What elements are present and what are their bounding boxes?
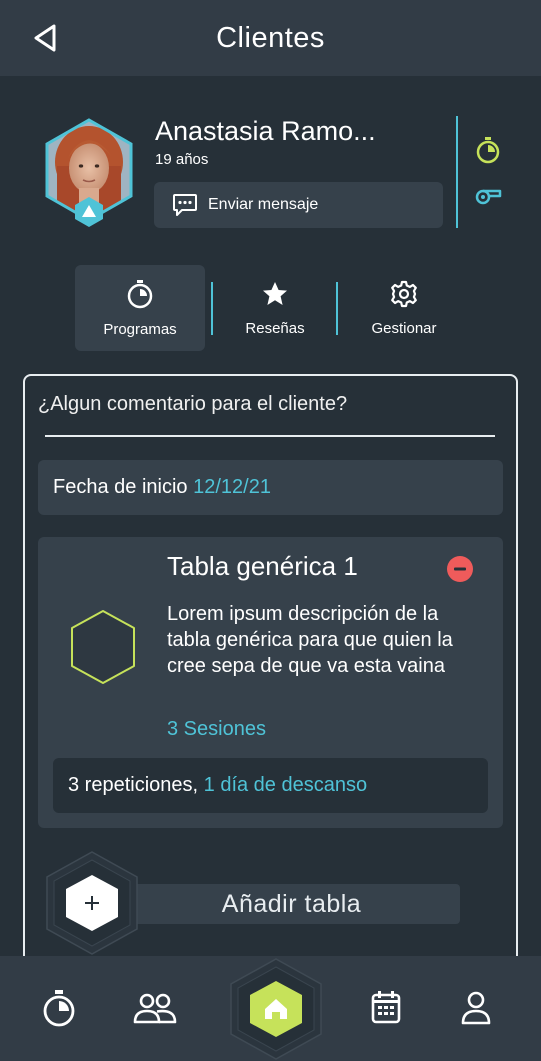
calendar-icon[interactable] bbox=[371, 990, 401, 1024]
gear-icon bbox=[391, 280, 417, 307]
page-title: Clientes bbox=[216, 21, 325, 54]
add-table-label: Añadir tabla bbox=[221, 889, 362, 918]
chat-bubble-icon bbox=[173, 194, 197, 216]
timer-icon[interactable] bbox=[475, 136, 501, 164]
send-message-button[interactable]: Enviar mensaje bbox=[154, 182, 443, 228]
home-icon[interactable] bbox=[229, 957, 323, 1061]
tab-divider bbox=[211, 282, 213, 335]
tab-programas-label: Programas bbox=[103, 320, 177, 338]
triangle-badge-icon bbox=[75, 197, 103, 227]
profile-divider bbox=[456, 116, 458, 228]
remove-icon[interactable] bbox=[446, 555, 474, 583]
table-title: Tabla genérica 1 bbox=[167, 551, 358, 581]
repetitions-row: 3 repeticiones, 1 día de descanso bbox=[53, 758, 488, 813]
users-icon[interactable] bbox=[133, 992, 177, 1024]
app-header: Clientes bbox=[0, 0, 541, 76]
stopwatch-icon bbox=[127, 279, 153, 308]
start-date-value: 12/12/21 bbox=[193, 476, 271, 498]
comment-underline bbox=[45, 435, 495, 437]
sessions-link[interactable]: 3 Sesiones bbox=[167, 718, 266, 741]
tab-resenas-label: Reseñas bbox=[245, 319, 305, 337]
start-date-label: Fecha de inicio bbox=[53, 476, 188, 498]
whistle-icon[interactable] bbox=[474, 184, 502, 206]
tab-resenas[interactable]: Reseñas bbox=[218, 265, 332, 351]
add-icon[interactable] bbox=[44, 850, 140, 956]
hexagon-icon bbox=[71, 610, 135, 684]
comment-input[interactable] bbox=[38, 390, 498, 418]
tab-gestionar[interactable]: Gestionar bbox=[343, 265, 465, 351]
table-description: Lorem ipsum descripción de la tabla gené… bbox=[167, 603, 453, 677]
star-icon bbox=[263, 281, 287, 305]
back-arrow-icon[interactable] bbox=[30, 22, 60, 54]
stopwatch-icon[interactable] bbox=[42, 989, 76, 1027]
client-age: 19 años bbox=[155, 151, 209, 168]
send-message-label: Enviar mensaje bbox=[208, 196, 319, 213]
profile-icon[interactable] bbox=[460, 991, 492, 1025]
tab-divider bbox=[336, 282, 338, 335]
tab-gestionar-label: Gestionar bbox=[371, 319, 437, 337]
start-date-row[interactable]: Fecha de inicio 12/12/21 bbox=[38, 460, 503, 515]
tab-programas[interactable]: Programas bbox=[75, 265, 205, 351]
rest-text: 1 día de descanso bbox=[203, 774, 368, 796]
client-name: Anastasia Ramo... bbox=[155, 116, 376, 146]
repetitions-text: 3 repeticiones, bbox=[68, 774, 199, 796]
